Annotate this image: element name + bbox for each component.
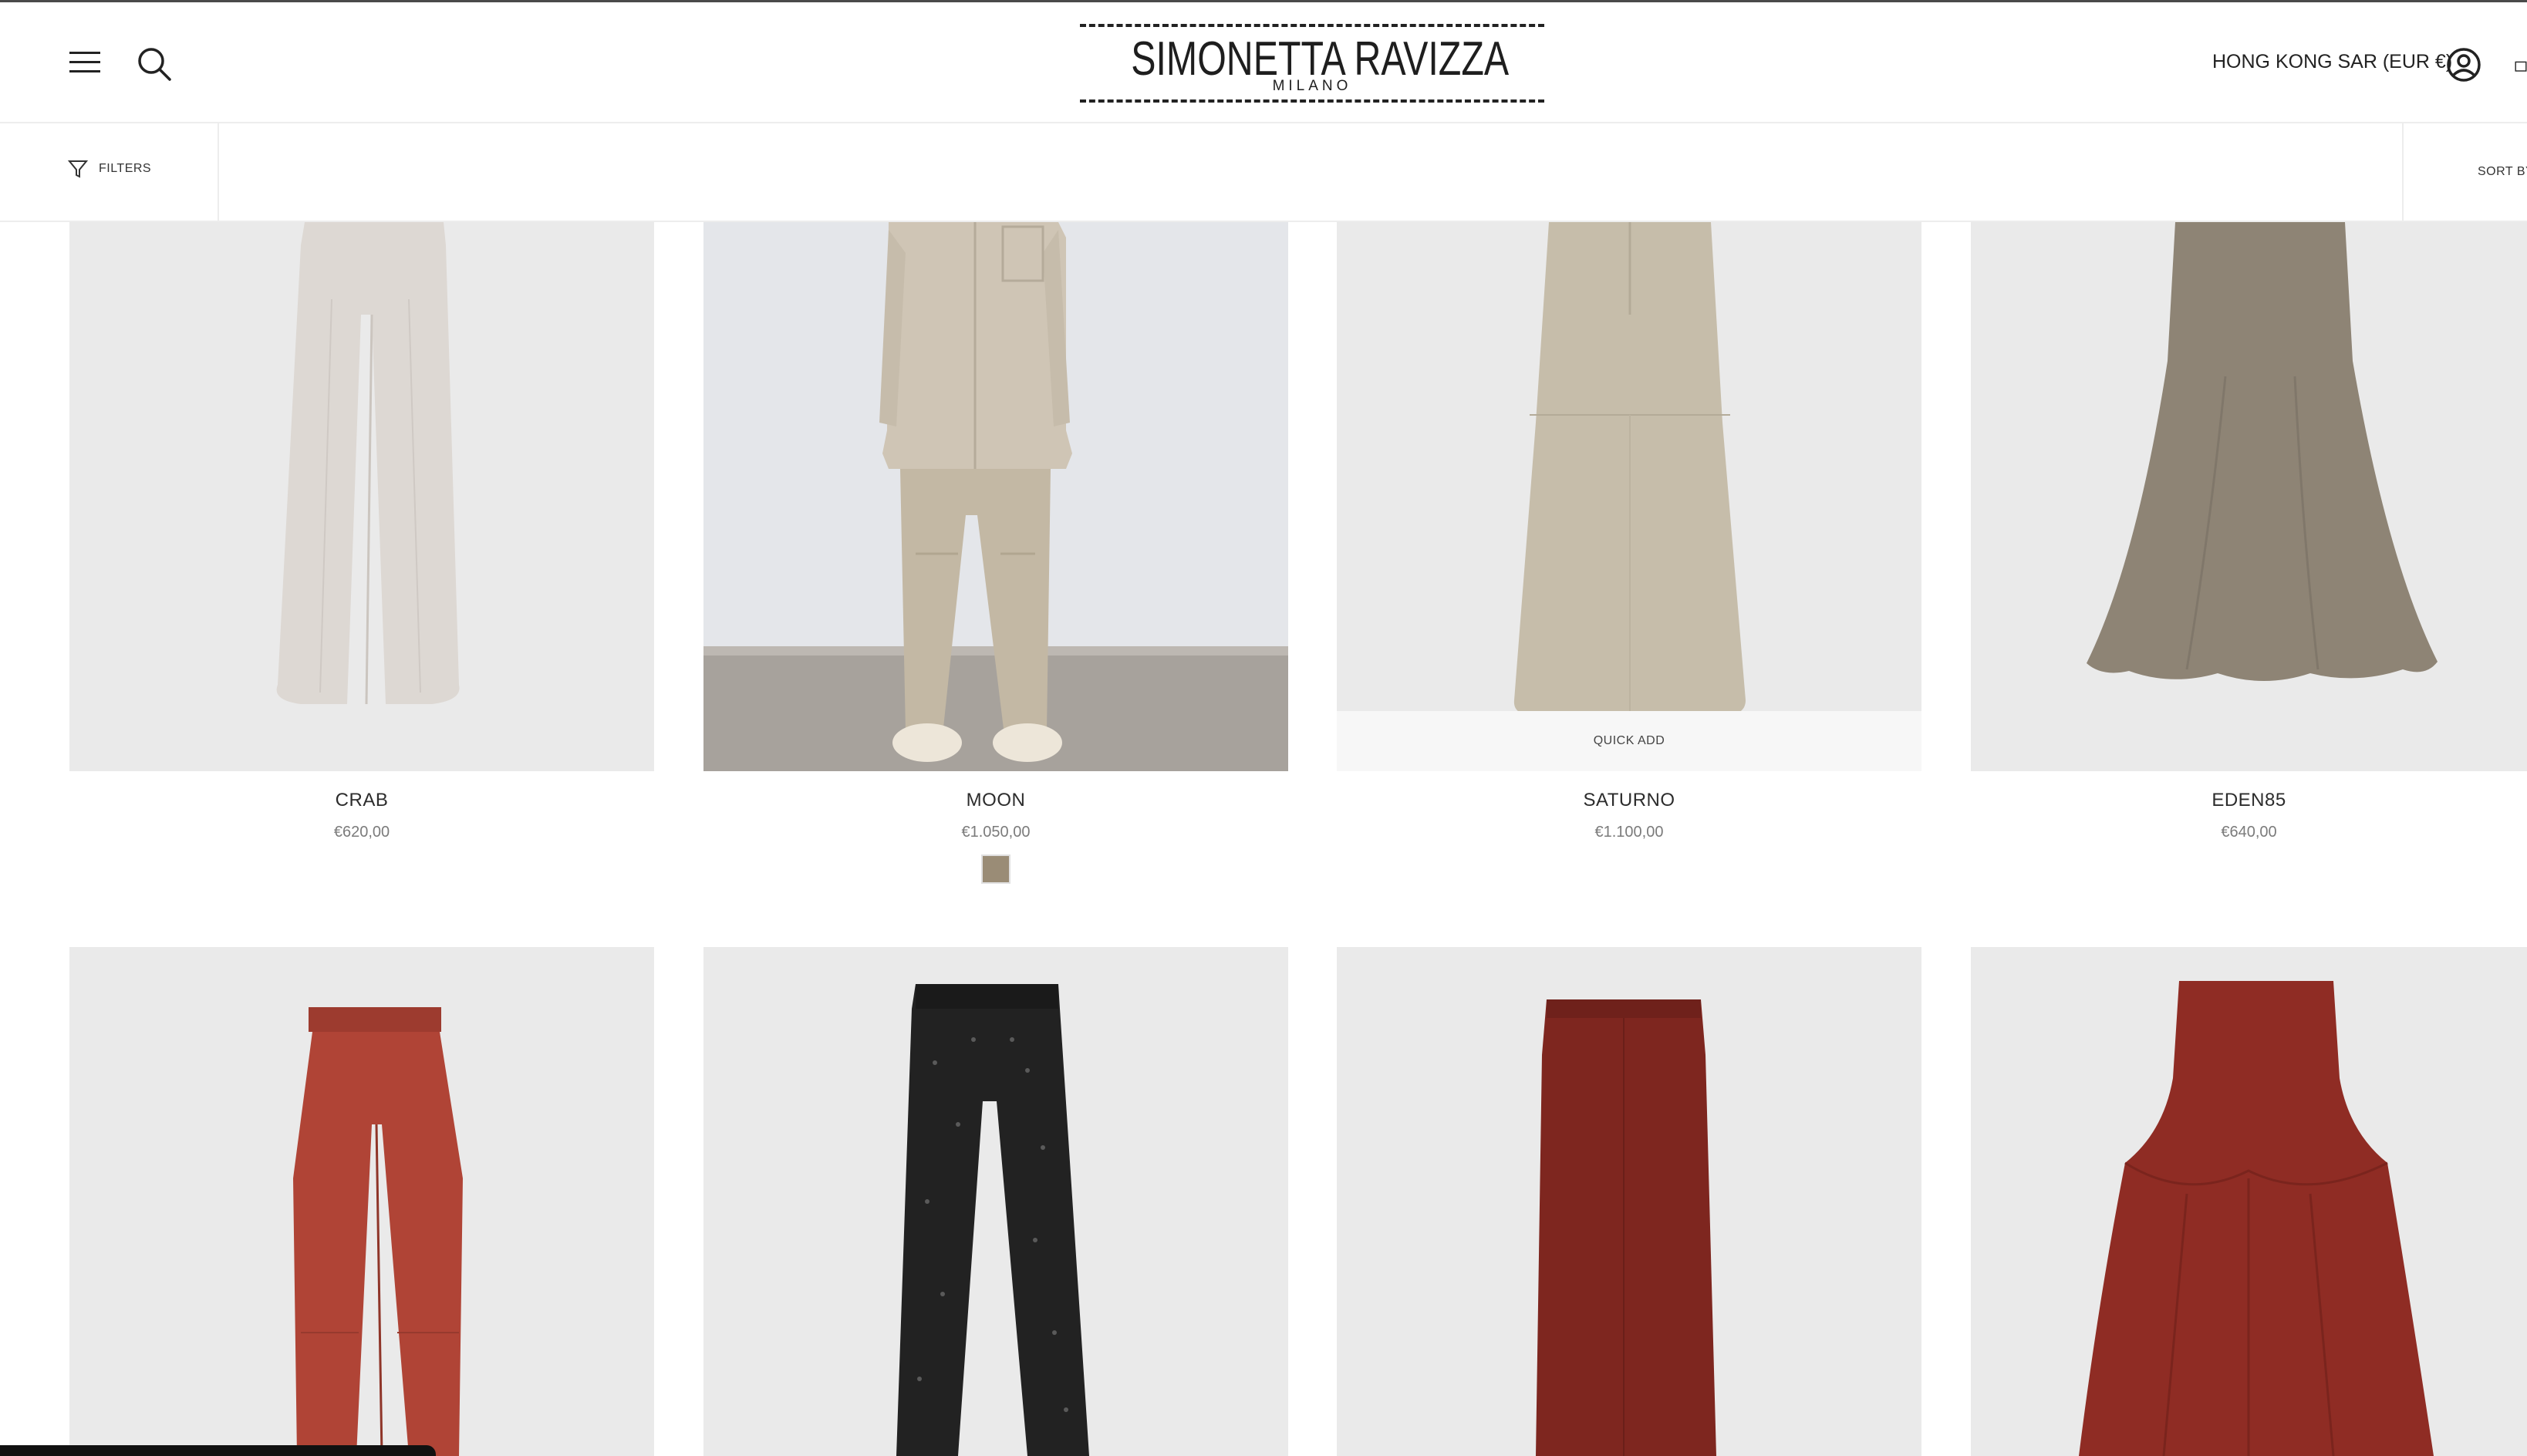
product-price: €640,00	[2221, 824, 2277, 841]
menu-button[interactable]	[65, 42, 105, 83]
account-button[interactable]	[2441, 42, 2486, 87]
search-icon	[138, 48, 171, 81]
region-selector[interactable]: HONG KONG SAR (EUR €)	[2212, 51, 2452, 73]
filters-button[interactable]: FILTERS	[68, 159, 151, 179]
product-name[interactable]: MOON	[703, 790, 1288, 811]
menu-icon	[69, 52, 100, 72]
product-image[interactable]	[69, 947, 654, 1456]
logo-dash-top	[1080, 24, 1544, 27]
product-name[interactable]: CRAB	[69, 790, 654, 811]
account-icon	[2447, 48, 2481, 82]
filters-label: FILTERS	[99, 162, 152, 175]
cart-icon	[2515, 61, 2527, 72]
site-header: SIMONETTA RAVIZZA MILANO HONG KONG SAR (…	[0, 2, 2527, 123]
filter-divider	[218, 123, 219, 221]
product-image[interactable]	[1337, 947, 1921, 1456]
logo-subtitle: MILANO	[1272, 78, 1352, 94]
filter-bar: FILTERS SORT BY	[0, 123, 2527, 222]
product-image[interactable]	[1971, 947, 2527, 1456]
product-price: €1.100,00	[1594, 824, 1664, 841]
product-name[interactable]: SATURNO	[1337, 790, 1921, 811]
product-image[interactable]	[69, 222, 654, 771]
brand-logo[interactable]: SIMONETTA RAVIZZA MILANO	[1080, 24, 1544, 103]
product-name[interactable]: EDEN85	[1971, 790, 2527, 811]
product-image[interactable]	[1971, 222, 2527, 771]
product-image[interactable]	[703, 947, 1288, 1456]
notification-toast[interactable]	[0, 1445, 436, 1456]
cart-button[interactable]	[2515, 47, 2527, 83]
product-price: €620,00	[333, 824, 390, 841]
sort-divider	[2402, 123, 2404, 221]
product-image[interactable]	[703, 222, 1288, 771]
sort-by-button[interactable]: SORT BY	[2478, 165, 2527, 179]
product-price: €1.050,00	[961, 824, 1031, 841]
filter-icon	[68, 160, 88, 178]
quick-add-button[interactable]: QUICK ADD	[1337, 711, 1921, 771]
color-swatch[interactable]	[981, 854, 1010, 884]
search-button[interactable]	[133, 42, 176, 86]
logo-dash-bottom	[1080, 99, 1544, 103]
product-image[interactable]	[1337, 222, 1921, 771]
